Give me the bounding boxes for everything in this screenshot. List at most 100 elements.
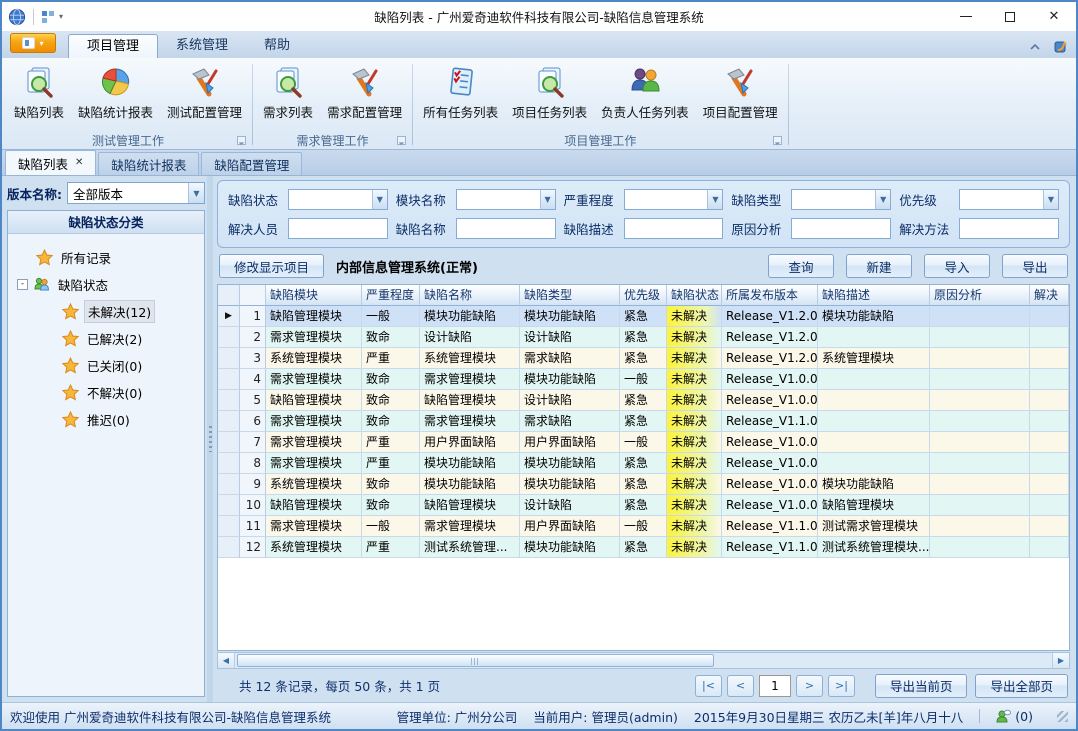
- filter-select[interactable]: ▼: [791, 189, 891, 210]
- ribbon-button[interactable]: 需求列表: [256, 61, 320, 123]
- chevron-down-icon[interactable]: ▼: [188, 183, 204, 203]
- ribbon-button[interactable]: 所有任务列表: [416, 61, 505, 123]
- ribbon-button[interactable]: 项目任务列表: [505, 61, 594, 123]
- column-header[interactable]: 缺陷状态: [667, 285, 722, 306]
- filter-input[interactable]: [456, 218, 556, 239]
- filter-input[interactable]: [791, 218, 891, 239]
- table-row[interactable]: 10缺陷管理模块致命缺陷管理模块设计缺陷紧急未解决Release_V1.0.0缺…: [218, 495, 1069, 516]
- collapse-node-icon[interactable]: -: [17, 279, 28, 290]
- action-button[interactable]: 新建: [846, 254, 912, 278]
- close-tab-icon[interactable]: ✕: [75, 158, 83, 168]
- table-row[interactable]: 6需求管理模块致命需求管理模块需求缺陷紧急未解决Release_V1.1.0: [218, 411, 1069, 432]
- table-row[interactable]: 5缺陷管理模块致命缺陷管理模块设计缺陷紧急未解决Release_V1.0.0: [218, 390, 1069, 411]
- filter-select[interactable]: ▼: [624, 189, 724, 210]
- table-cell: [818, 369, 930, 390]
- next-page-button[interactable]: >: [796, 675, 823, 697]
- filter-label: 解决人员: [228, 219, 284, 238]
- scroll-right-icon[interactable]: ▶: [1052, 653, 1069, 668]
- tree-item[interactable]: 所有记录: [10, 244, 202, 271]
- row-number-cell: 8: [240, 453, 266, 474]
- star-icon: [62, 411, 79, 428]
- tree-item-label: 推迟(0): [84, 409, 133, 430]
- column-header[interactable]: 缺陷类型: [520, 285, 620, 306]
- filter-input[interactable]: [288, 218, 388, 239]
- tree-item[interactable]: 已关闭(0): [10, 352, 202, 379]
- ribbon-button[interactable]: 缺陷统计报表: [71, 61, 160, 123]
- table-row[interactable]: ▶1缺陷管理模块一般模块功能缺陷模块功能缺陷紧急未解决Release_V1.2.…: [218, 306, 1069, 327]
- scroll-left-icon[interactable]: ◀: [218, 653, 235, 668]
- chevron-down-icon[interactable]: ▼: [372, 190, 387, 209]
- filter-input[interactable]: [959, 218, 1059, 239]
- maximize-button[interactable]: [988, 2, 1032, 31]
- ribbon-button[interactable]: 测试配置管理: [160, 61, 249, 123]
- page-number-input[interactable]: [759, 675, 791, 697]
- table-row[interactable]: 8需求管理模块严重模块功能缺陷模块功能缺陷紧急未解决Release_V1.0.0: [218, 453, 1069, 474]
- ribbon-tab-3[interactable]: 帮助: [246, 34, 308, 58]
- filter-select[interactable]: ▼: [456, 189, 556, 210]
- action-button[interactable]: 查询: [768, 254, 834, 278]
- quick-access-icon[interactable]: [41, 10, 55, 24]
- dialog-launcher-icon[interactable]: [773, 136, 782, 145]
- table-row[interactable]: 2需求管理模块致命设计缺陷设计缺陷紧急未解决Release_V1.2.0: [218, 327, 1069, 348]
- doc-tab-1[interactable]: 缺陷列表✕: [5, 150, 96, 175]
- tree-item[interactable]: 推迟(0): [10, 406, 202, 433]
- action-button[interactable]: 导出: [1002, 254, 1068, 278]
- tree-item[interactable]: 已解决(2): [10, 325, 202, 352]
- table-header: 缺陷模块严重程度缺陷名称缺陷类型优先级缺陷状态所属发布版本缺陷描述原因分析解决: [218, 285, 1069, 306]
- style-selector-icon[interactable]: [1054, 40, 1068, 54]
- table-row[interactable]: 3系统管理模块严重系统管理模块需求缺陷紧急未解决Release_V1.2.0系统…: [218, 348, 1069, 369]
- table-row[interactable]: 12系统管理模块严重测试系统管理...模块功能缺陷紧急未解决Release_V1…: [218, 537, 1069, 558]
- chevron-down-icon[interactable]: ▼: [875, 190, 890, 209]
- doc-tab-2[interactable]: 缺陷统计报表: [98, 152, 199, 175]
- ribbon-button[interactable]: 需求配置管理: [320, 61, 409, 123]
- tree-item[interactable]: -缺陷状态: [10, 271, 202, 298]
- version-select[interactable]: 全部版本 ▼: [67, 182, 205, 204]
- last-page-button[interactable]: >|: [828, 675, 855, 697]
- ribbon-button[interactable]: 负责人任务列表: [594, 61, 696, 123]
- doc-tab-3[interactable]: 缺陷配置管理: [201, 152, 302, 175]
- first-page-button[interactable]: |<: [695, 675, 722, 697]
- chevron-down-icon[interactable]: ▼: [540, 190, 555, 209]
- export-all-pages-button[interactable]: 导出全部页: [975, 674, 1068, 698]
- table-row[interactable]: 7需求管理模块严重用户界面缺陷用户界面缺陷一般未解决Release_V1.0.0: [218, 432, 1069, 453]
- column-header[interactable]: 优先级: [620, 285, 667, 306]
- action-button[interactable]: 导入: [924, 254, 990, 278]
- tools-icon: [723, 65, 757, 99]
- dialog-launcher-icon[interactable]: [397, 136, 406, 145]
- close-button[interactable]: ✕: [1032, 2, 1076, 31]
- ribbon-tab-2[interactable]: 系统管理: [158, 34, 246, 58]
- column-header[interactable]: 解决: [1030, 285, 1069, 306]
- dialog-launcher-icon[interactable]: [237, 136, 246, 145]
- filter-select[interactable]: ▼: [288, 189, 388, 210]
- chevron-down-icon[interactable]: ▼: [1043, 190, 1058, 209]
- column-header[interactable]: 缺陷模块: [266, 285, 362, 306]
- column-header[interactable]: 严重程度: [362, 285, 420, 306]
- filter-input[interactable]: [624, 218, 724, 239]
- column-header[interactable]: 原因分析: [930, 285, 1030, 306]
- tree-item[interactable]: 不解决(0): [10, 379, 202, 406]
- column-header[interactable]: 缺陷名称: [420, 285, 520, 306]
- messages-indicator[interactable]: (0): [996, 709, 1033, 724]
- ribbon-button[interactable]: 项目配置管理: [696, 61, 785, 123]
- column-header[interactable]: 所属发布版本: [722, 285, 818, 306]
- table-cell: [930, 411, 1030, 432]
- modify-columns-button[interactable]: 修改显示项目: [219, 254, 324, 278]
- collapse-ribbon-icon[interactable]: [1028, 40, 1042, 54]
- chevron-down-icon[interactable]: ▼: [707, 190, 722, 209]
- minimize-button[interactable]: [944, 2, 988, 31]
- ribbon-button[interactable]: 缺陷列表: [7, 61, 71, 123]
- resize-grip-icon[interactable]: [1057, 711, 1068, 722]
- table-row[interactable]: 11需求管理模块一般需求管理模块用户界面缺陷一般未解决Release_V1.1.…: [218, 516, 1069, 537]
- ribbon-tab-1[interactable]: 项目管理: [68, 34, 158, 58]
- table-row[interactable]: 4需求管理模块致命需求管理模块模块功能缺陷一般未解决Release_V1.0.0: [218, 369, 1069, 390]
- table-row[interactable]: 9系统管理模块致命模块功能缺陷模块功能缺陷紧急未解决Release_V1.0.0…: [218, 474, 1069, 495]
- quick-access-caret-icon[interactable]: ▾: [59, 12, 63, 21]
- column-header[interactable]: 缺陷描述: [818, 285, 930, 306]
- prev-page-button[interactable]: <: [727, 675, 754, 697]
- horizontal-scrollbar[interactable]: ◀ ▶: [217, 652, 1070, 669]
- scrollbar-thumb[interactable]: [237, 654, 714, 667]
- filter-select[interactable]: ▼: [959, 189, 1059, 210]
- application-menu-button[interactable]: ▾: [10, 33, 56, 53]
- tree-item[interactable]: 未解决(12): [10, 298, 202, 325]
- export-current-page-button[interactable]: 导出当前页: [875, 674, 968, 698]
